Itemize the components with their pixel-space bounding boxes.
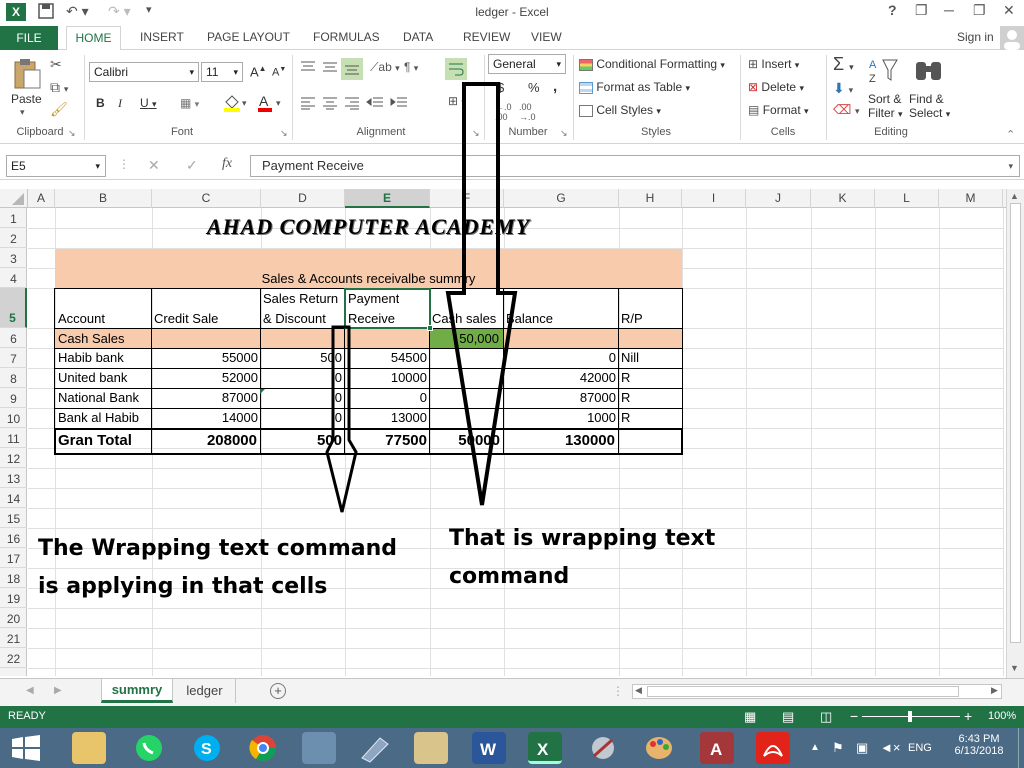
scroll-up-icon[interactable]: ▲ [1010,191,1019,201]
skype-icon[interactable]: S [190,732,224,764]
acrobat-icon[interactable] [756,732,790,764]
chrome-icon[interactable] [246,732,280,764]
sheet-tab-ledger[interactable]: ledger [174,679,236,703]
status-ready: READY [8,710,46,722]
horizontal-scrollbar[interactable]: ◀ ▶ [632,684,1002,699]
zoom-level[interactable]: 100% [988,710,1016,722]
zoom-in-icon[interactable]: + [964,708,972,724]
tray-volume-icon[interactable]: ◄× [880,740,900,755]
whatsapp-icon[interactable] [132,732,166,764]
vertical-scroll-thumb[interactable] [1010,203,1021,643]
scroll-right-icon[interactable]: ▶ [991,685,998,696]
pen-app-icon[interactable] [358,732,392,764]
zoom-slider-thumb[interactable] [908,711,912,722]
access-icon[interactable]: A [700,732,734,764]
normal-view-icon[interactable]: ▦ [744,709,756,725]
scroll-left-icon[interactable]: ◀ [635,685,642,696]
page-layout-view-icon[interactable]: ▤ [782,709,794,725]
prev-sheet-icon[interactable]: ◀ [26,685,34,696]
status-bar: READY ▦ ▤ ◫ − + 100% [0,706,1024,728]
annotation-left: The Wrapping text command is applying in… [38,536,397,599]
file-explorer-icon[interactable] [72,732,106,764]
annotation-right: That is wrapping text command [449,526,716,589]
excel-taskbar-icon[interactable]: X [528,732,562,764]
tray-language[interactable]: ENG [908,742,932,754]
start-windows-icon[interactable] [12,735,40,764]
vertical-scrollbar[interactable]: ▲ ▼ [1006,189,1024,678]
media-app-icon[interactable] [302,732,336,764]
tools-app-icon[interactable] [586,732,620,764]
archive-app-icon[interactable] [414,732,448,764]
show-desktop-button[interactable] [1018,728,1024,768]
scroll-down-icon[interactable]: ▼ [1010,663,1019,673]
arrow-left-icon [325,325,358,513]
svg-text:S: S [201,741,212,758]
page-break-view-icon[interactable]: ◫ [820,709,832,725]
tray-expand-icon[interactable]: ▲ [810,742,820,753]
zoom-out-icon[interactable]: − [850,708,858,724]
next-sheet-icon[interactable]: ▶ [54,685,62,696]
svg-text:A: A [710,740,722,759]
tray-clock[interactable]: 6:43 PM 6/13/2018 [946,733,1012,757]
sheet-tab-summry[interactable]: summry [101,679,173,703]
tray-network-icon[interactable]: ▣ [856,740,868,756]
sheet-tab-bar: ◀ ▶ summry ledger + ⋮ ◀ ▶ [0,678,1024,706]
annotation-arrows [325,82,518,513]
tray-flag-icon[interactable]: ⚑ [832,740,844,756]
paint-icon[interactable] [642,732,676,764]
word-icon[interactable]: W [472,732,506,764]
svg-text:W: W [480,740,497,759]
arrow-right-icon [445,82,518,506]
horizontal-scroll-thumb[interactable] [647,686,959,697]
new-sheet-icon[interactable]: + [270,683,286,699]
svg-text:X: X [537,740,549,759]
tab-split-icon[interactable]: ⋮ [612,684,624,698]
